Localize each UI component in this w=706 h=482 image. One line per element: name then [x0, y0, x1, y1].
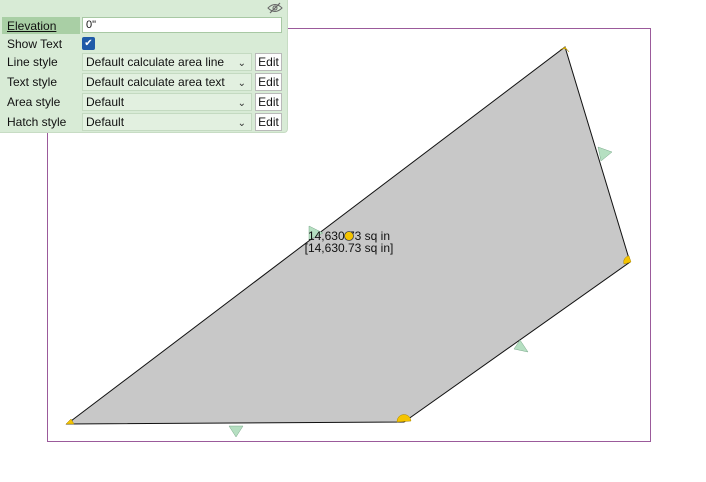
- line-style-edit-button[interactable]: Edit: [255, 53, 282, 71]
- panel-header: [0, 0, 287, 16]
- line-style-row: Line style Default calculate area line ⌄…: [0, 52, 288, 72]
- chevron-down-icon: ⌄: [237, 58, 246, 69]
- area-style-row: Area style Default ⌄ Edit: [0, 92, 288, 112]
- chevron-down-icon: ⌄: [237, 118, 246, 129]
- properties-panel: Elevation 0" Show Text ✔ Line style Defa…: [0, 0, 288, 133]
- chevron-down-icon: ⌄: [237, 98, 246, 109]
- hatch-style-row: Hatch style Default ⌄ Edit: [0, 112, 288, 132]
- line-style-value: Default calculate area line: [86, 55, 225, 69]
- area-label-secondary: [14,630.73 sq in]: [305, 241, 394, 255]
- show-text-row: Show Text ✔: [0, 34, 288, 54]
- show-text-checkbox[interactable]: ✔: [82, 37, 95, 50]
- area-style-dropdown[interactable]: Default ⌄: [82, 93, 252, 111]
- elevation-input[interactable]: 0": [82, 17, 282, 33]
- hatch-style-edit-button[interactable]: Edit: [255, 113, 282, 131]
- text-style-edit-button[interactable]: Edit: [255, 73, 282, 91]
- chevron-down-icon: ⌄: [237, 78, 246, 89]
- hatch-style-value: Default: [86, 115, 125, 129]
- line-style-dropdown[interactable]: Default calculate area line ⌄: [82, 53, 252, 71]
- text-style-value: Default calculate area text: [86, 75, 225, 89]
- area-style-value: Default: [86, 95, 125, 109]
- checkmark-icon: ✔: [84, 38, 93, 49]
- hatch-style-label: Hatch style: [7, 115, 67, 129]
- hatch-style-dropdown[interactable]: Default ⌄: [82, 113, 252, 131]
- midpoint-handle[interactable]: [228, 425, 244, 438]
- area-style-edit-button[interactable]: Edit: [255, 93, 282, 111]
- eye-slash-icon[interactable]: [267, 2, 283, 14]
- show-text-label: Show Text: [7, 37, 63, 51]
- center-handle[interactable]: [344, 231, 354, 241]
- text-style-dropdown[interactable]: Default calculate area text ⌄: [82, 73, 252, 91]
- line-style-label: Line style: [7, 55, 58, 69]
- area-style-label: Area style: [7, 95, 61, 109]
- text-style-label: Text style: [7, 75, 58, 89]
- midpoint-handle[interactable]: [597, 146, 613, 162]
- text-style-row: Text style Default calculate area text ⌄…: [0, 72, 288, 92]
- elevation-row: Elevation 0": [0, 16, 288, 36]
- elevation-label: Elevation: [7, 19, 57, 33]
